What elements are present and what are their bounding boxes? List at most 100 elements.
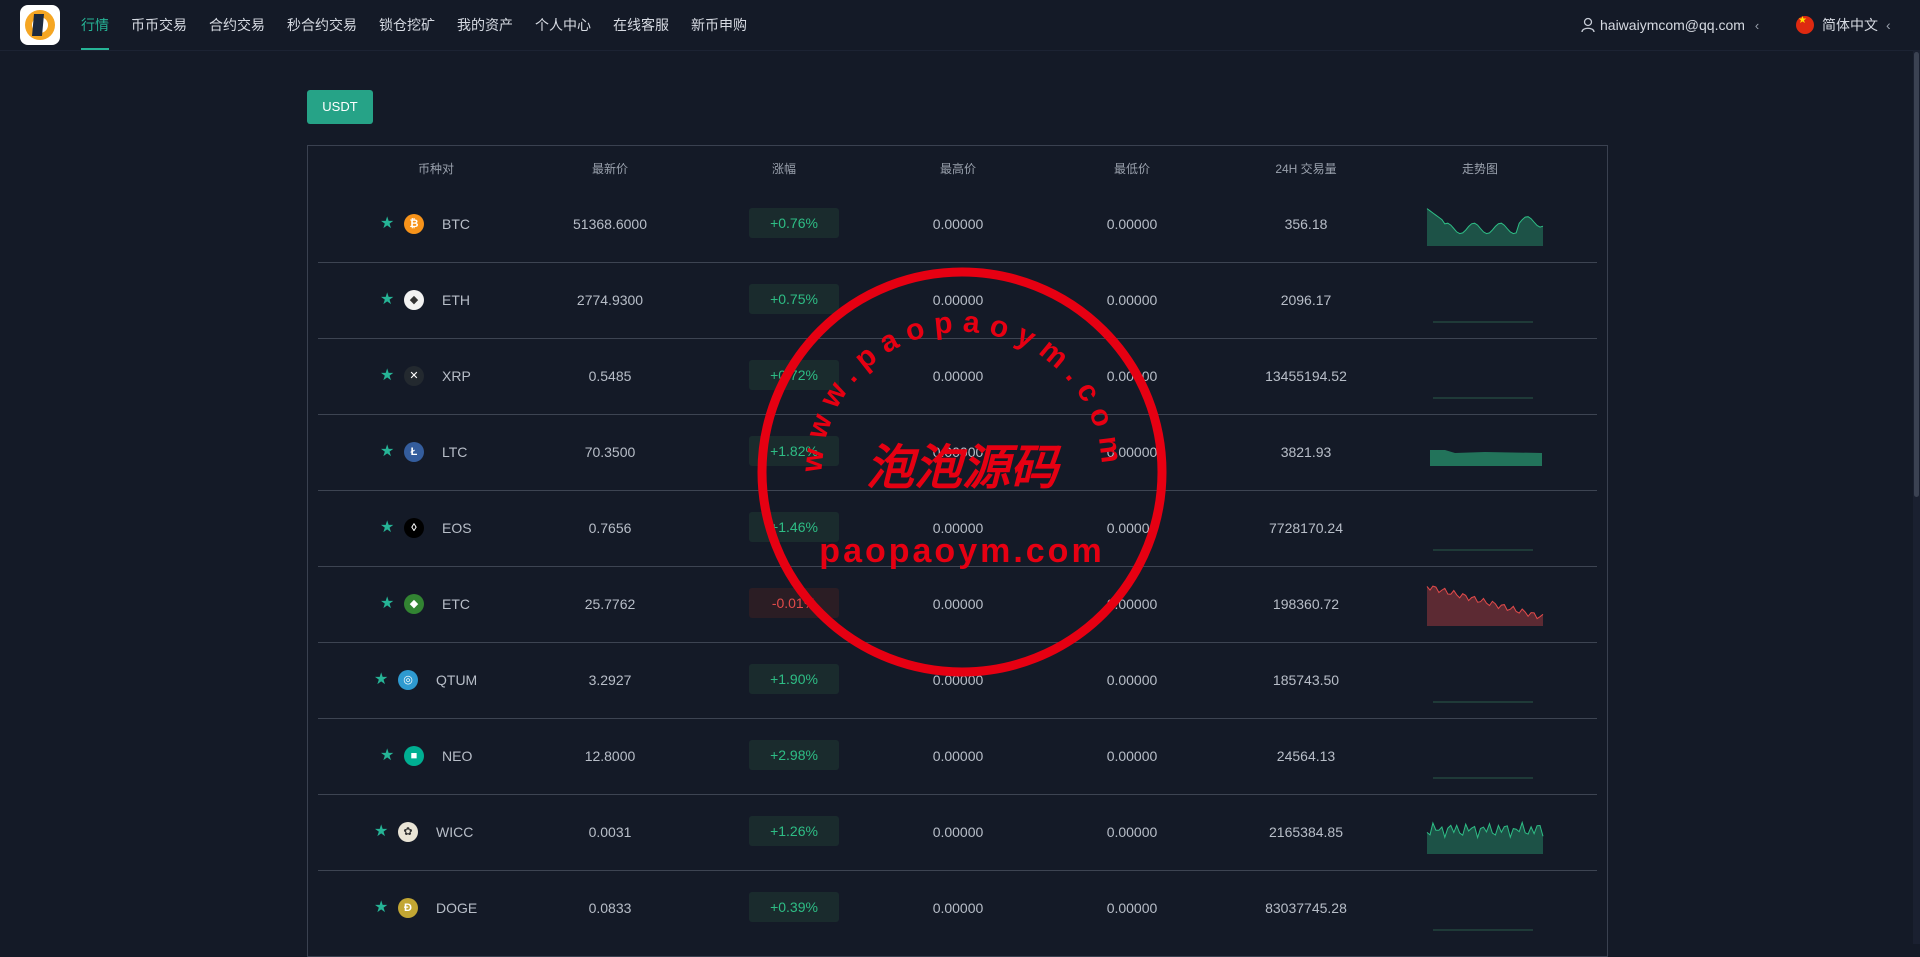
change-badge: +1.26%: [749, 816, 839, 846]
nav-item-4[interactable]: 锁仓挖矿: [379, 0, 435, 50]
user-icon: [1581, 17, 1595, 33]
favorite-star-icon[interactable]: ★: [380, 747, 394, 765]
last-price: 3.2927: [588, 672, 632, 688]
high-price: 0.00000: [932, 444, 984, 460]
high-price: 0.00000: [932, 520, 984, 536]
last-price: 25.7762: [584, 596, 636, 612]
favorite-star-icon[interactable]: ★: [374, 899, 388, 917]
nav-item-0[interactable]: 行情: [81, 0, 109, 50]
nav-item-3[interactable]: 秒合约交易: [287, 0, 357, 50]
trend-sparkline: [1426, 585, 1544, 626]
favorite-star-icon[interactable]: ★: [380, 443, 394, 461]
table-row[interactable]: ★ ✕ XRP 0.5485 0.00000 0.00000 13455194.52 +0.7…: [318, 338, 1597, 415]
column-header: 24H 交易量: [1275, 162, 1337, 176]
low-price: 0.00000: [1106, 216, 1158, 232]
table-row[interactable]: ★ ◎ QTUM 3.2927 0.00000 0.00000 185743.50 +1.90…: [318, 642, 1597, 719]
column-header: 最新价: [591, 162, 628, 176]
low-price: 0.00000: [1106, 368, 1158, 384]
coin-symbol: BTC: [442, 216, 470, 232]
high-price: 0.00000: [932, 292, 984, 308]
low-price: 0.00000: [1106, 596, 1158, 612]
high-price: 0.00000: [932, 672, 984, 688]
coin-symbol: ETH: [442, 292, 470, 308]
china-flag-icon: [1796, 16, 1814, 34]
favorite-star-icon[interactable]: ★: [374, 671, 388, 689]
nav-item-5[interactable]: 我的资产: [457, 0, 513, 50]
low-price: 0.00000: [1106, 672, 1158, 688]
last-price: 0.0031: [588, 824, 632, 840]
btc-icon: ₿: [404, 214, 424, 234]
high-price: 0.00000: [932, 596, 984, 612]
language-switcher[interactable]: 简体中文 ‹: [1796, 0, 1891, 50]
column-header: 币种对: [417, 162, 454, 176]
last-price: 12.8000: [584, 748, 636, 764]
table-row[interactable]: ★ ◊ EOS 0.7656 0.00000 0.00000 7728170.24 +1.46…: [318, 490, 1597, 567]
trend-sparkline: [1433, 929, 1533, 931]
high-price: 0.00000: [932, 748, 984, 764]
column-header: 走势图: [1461, 162, 1498, 176]
coin-symbol: WICC: [436, 824, 474, 840]
nav-item-1[interactable]: 币币交易: [131, 0, 187, 50]
favorite-star-icon[interactable]: ★: [380, 291, 394, 309]
neo-icon: ■: [404, 746, 424, 766]
last-price: 70.3500: [584, 444, 636, 460]
table-row[interactable]: ★ Ł LTC 70.3500 0.00000 0.00000 3821.93 +1.82%: [318, 414, 1597, 491]
site-logo[interactable]: [20, 5, 60, 45]
change-badge: +0.39%: [749, 892, 839, 922]
table-row[interactable]: ★ ✿ WICC 0.0031 0.00000 0.00000 2165384.85 +1.2…: [318, 794, 1597, 871]
trend-sparkline: [1430, 450, 1542, 466]
etc-icon: ◆: [404, 594, 424, 614]
volume-24h: 356.18: [1284, 216, 1328, 232]
volume-24h: 2096.17: [1280, 292, 1332, 308]
trend-sparkline: [1433, 321, 1533, 323]
column-header: 涨幅: [771, 162, 796, 176]
change-badge: +0.72%: [749, 360, 839, 390]
wicc-icon: ✿: [398, 822, 418, 842]
favorite-star-icon[interactable]: ★: [380, 215, 394, 233]
trend-sparkline: [1426, 208, 1544, 246]
eth-icon: ◆: [404, 290, 424, 310]
last-price: 0.0833: [588, 900, 632, 916]
low-price: 0.00000: [1106, 900, 1158, 916]
qtum-icon: ◎: [398, 670, 418, 690]
volume-24h: 3821.93: [1280, 444, 1332, 460]
table-row[interactable]: ★ ■ NEO 12.8000 0.00000 0.00000 24564.13 +2.98%: [318, 718, 1597, 795]
low-price: 0.00000: [1106, 292, 1158, 308]
low-price: 0.00000: [1106, 444, 1158, 460]
table-row[interactable]: ★ ◆ ETC 25.7762 0.00000 0.00000 198360.72 -0.01…: [318, 566, 1597, 643]
usdt-tab-button[interactable]: USDT: [307, 90, 373, 124]
coin-symbol: DOGE: [436, 900, 478, 916]
high-price: 0.00000: [932, 216, 984, 232]
change-badge: -0.01%: [749, 588, 839, 618]
nav-item-7[interactable]: 在线客服: [613, 0, 669, 50]
high-price: 0.00000: [932, 824, 984, 840]
favorite-star-icon[interactable]: ★: [380, 519, 394, 537]
favorite-star-icon[interactable]: ★: [380, 595, 394, 613]
change-badge: +0.76%: [749, 208, 839, 238]
change-badge: +2.98%: [749, 740, 839, 770]
table-row[interactable]: ★ ◆ ETH 2774.9300 0.00000 0.00000 2096.17 +0.75…: [318, 262, 1597, 339]
last-price: 2774.9300: [576, 292, 644, 308]
doge-icon: Ð: [398, 898, 418, 918]
table-row[interactable]: ★ ₿ BTC 51368.6000 0.00000 0.00000 356.18 +0.76…: [318, 186, 1597, 263]
nav-item-8[interactable]: 新币申购: [691, 0, 747, 50]
scrollbar-thumb[interactable]: [1914, 52, 1919, 497]
nav-item-6[interactable]: 个人中心: [535, 0, 591, 50]
change-badge: +1.82%: [749, 436, 839, 466]
volume-24h: 83037745.28: [1265, 900, 1347, 916]
table-row[interactable]: ★ Ð DOGE 0.0833 0.00000 0.00000 83037745.28 +0.…: [318, 870, 1597, 946]
user-email: haiwaiymcom@qq.com: [1600, 17, 1745, 33]
trend-sparkline: [1433, 397, 1533, 399]
volume-24h: 185743.50: [1272, 672, 1340, 688]
user-menu[interactable]: haiwaiymcom@qq.com ‹: [1580, 0, 1759, 50]
trend-sparkline: [1433, 549, 1533, 551]
volume-24h: 13455194.52: [1265, 368, 1347, 384]
main-nav: 行情 币币交易 合约交易 秒合约交易 锁仓挖矿 我的资产 个人中心 在线客服 新币申购: [81, 0, 769, 50]
favorite-star-icon[interactable]: ★: [380, 367, 394, 385]
low-price: 0.00000: [1106, 824, 1158, 840]
favorite-star-icon[interactable]: ★: [374, 823, 388, 841]
volume-24h: 7728170.24: [1269, 520, 1343, 536]
nav-item-2[interactable]: 合约交易: [209, 0, 265, 50]
market-table: 币种对 最新价 涨幅 最高价 最低价 24H 交易量 走势图 ★ ₿ BTC 51368.6000…: [307, 145, 1608, 957]
coin-symbol: QTUM: [436, 672, 478, 688]
